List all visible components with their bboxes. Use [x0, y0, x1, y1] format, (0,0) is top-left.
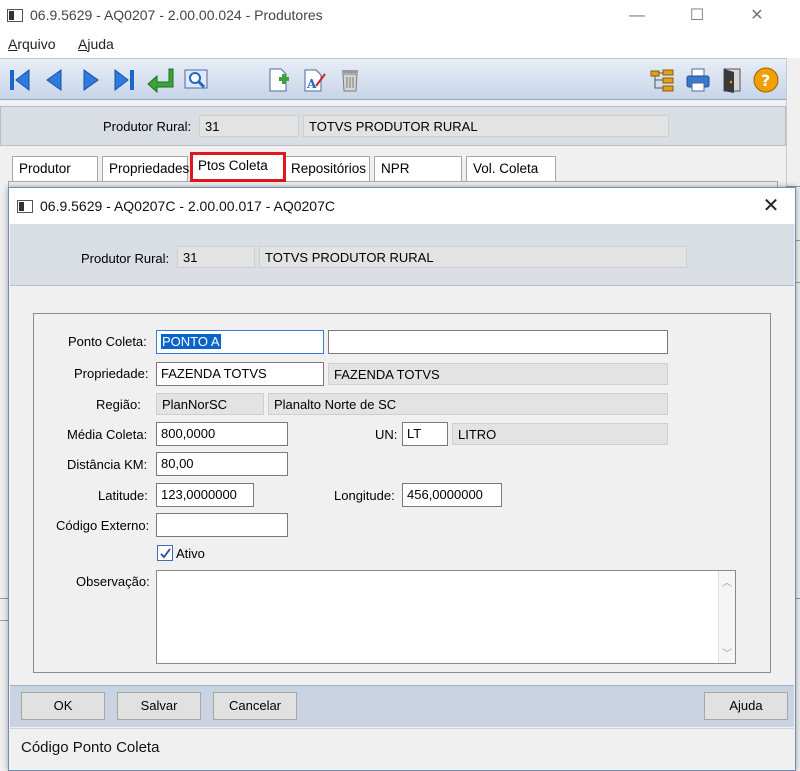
- un-description: LITRO: [452, 423, 668, 445]
- un-input[interactable]: LT: [402, 422, 448, 446]
- menu-ajuda[interactable]: Ajuda: [78, 36, 114, 52]
- tab-ptos-coleta[interactable]: Ptos Coleta: [190, 152, 286, 182]
- dialog-produtor-code: 31: [177, 246, 255, 268]
- ponto-coleta-dialog: 06.9.5629 - AQ0207C - 2.00.00.017 - AQ02…: [8, 187, 796, 771]
- delete-trash-icon[interactable]: [334, 64, 366, 96]
- observacao-scrollbar[interactable]: ︿ ﹀: [718, 571, 735, 663]
- codigo-externo-label: Código Externo:: [56, 518, 150, 533]
- minimize-icon[interactable]: —: [614, 4, 660, 28]
- distancia-input[interactable]: 80,00: [156, 452, 288, 476]
- tab-produtor[interactable]: Produtor: [12, 156, 98, 181]
- checkmark-icon: [159, 547, 171, 558]
- distancia-label: Distância KM:: [67, 457, 148, 472]
- ponto-coleta-selected-text: PONTO A: [161, 334, 221, 349]
- regiao-code: PlanNorSC: [156, 393, 264, 415]
- new-document-icon[interactable]: [262, 64, 294, 96]
- latitude-label: Latitude:: [98, 488, 148, 503]
- svg-text:A: A: [306, 77, 317, 91]
- media-coleta-label: Média Coleta:: [67, 427, 148, 442]
- left-divider: [0, 620, 8, 621]
- dialog-button-bar: OK Salvar Cancelar Ajuda: [10, 685, 794, 727]
- exit-door-icon[interactable]: [716, 64, 748, 96]
- ativo-label: Ativo: [176, 546, 205, 561]
- app-window-icon: [7, 9, 23, 22]
- longitude-label: Longitude:: [334, 488, 395, 503]
- ativo-checkbox[interactable]: [157, 545, 173, 561]
- dialog-produtor-name: TOTVS PRODUTOR RURAL: [259, 246, 687, 268]
- dialog-title: 06.9.5629 - AQ0207C - 2.00.00.017 - AQ02…: [40, 198, 335, 214]
- last-record-icon[interactable]: [108, 64, 140, 96]
- edit-document-icon[interactable]: A: [298, 64, 330, 96]
- regiao-label: Região:: [96, 397, 141, 412]
- un-label: UN:: [375, 427, 398, 442]
- main-menubar: Arquivo Ajuda: [0, 32, 800, 58]
- status-text: Código Ponto Coleta: [21, 739, 160, 756]
- first-record-icon[interactable]: [4, 64, 36, 96]
- main-produtor-label: Produtor Rural:: [103, 119, 192, 134]
- tab-repositorios[interactable]: Repositórios: [284, 156, 370, 181]
- main-produtor-code: 31: [199, 115, 299, 137]
- dialog-window-icon: [17, 200, 33, 213]
- propriedade-label: Propriedade:: [74, 366, 149, 381]
- left-divider: [0, 598, 8, 599]
- propriedade-description: FAZENDA TOTVS: [328, 363, 668, 385]
- menu-arquivo[interactable]: Arquivo: [8, 36, 55, 52]
- main-toolbar: A ?: [0, 58, 786, 100]
- observacao-textarea[interactable]: ︿ ﹀: [156, 570, 736, 664]
- main-produtor-panel: Produtor Rural: 31 TOTVS PRODUTOR RURAL: [0, 106, 786, 146]
- main-window-title: 06.9.5629 - AQ0207 - 2.00.00.024 - Produ…: [30, 7, 323, 23]
- scroll-down-icon[interactable]: ﹀: [722, 645, 732, 660]
- salvar-button[interactable]: Salvar: [117, 692, 201, 720]
- ponto-coleta-input[interactable]: PONTO A: [156, 330, 324, 354]
- regiao-description: Planalto Norte de SC: [268, 393, 668, 415]
- dialog-produtor-label: Produtor Rural:: [81, 251, 170, 266]
- main-produtor-name: TOTVS PRODUTOR RURAL: [303, 115, 669, 137]
- print-icon[interactable]: [682, 64, 714, 96]
- propriedade-input[interactable]: FAZENDA TOTVS: [156, 362, 324, 386]
- tab-vol-coleta[interactable]: Vol. Coleta: [466, 156, 556, 181]
- maximize-icon[interactable]: ☐: [674, 4, 720, 28]
- svg-text:?: ?: [761, 71, 770, 90]
- observacao-label: Observação:: [76, 574, 150, 589]
- tab-propriedades[interactable]: Propriedades: [102, 156, 189, 181]
- cancelar-button[interactable]: Cancelar: [213, 692, 297, 720]
- ok-button[interactable]: OK: [21, 692, 105, 720]
- tree-structure-icon[interactable]: [646, 64, 678, 96]
- ajuda-button[interactable]: Ajuda: [704, 692, 788, 720]
- next-record-icon[interactable]: [74, 64, 106, 96]
- media-coleta-input[interactable]: 800,0000: [156, 422, 288, 446]
- codigo-externo-input[interactable]: [156, 513, 288, 537]
- close-main-icon[interactable]: ✕: [734, 4, 780, 28]
- ponto-coleta-description-input[interactable]: [328, 330, 668, 354]
- previous-record-icon[interactable]: [38, 64, 70, 96]
- ponto-coleta-form: Ponto Coleta: PONTO A Propriedade: FAZEN…: [33, 313, 771, 673]
- zoom-search-icon[interactable]: [180, 64, 212, 96]
- main-titlebar: 06.9.5629 - AQ0207 - 2.00.00.024 - Produ…: [0, 0, 800, 32]
- scroll-up-icon[interactable]: ︿: [722, 574, 732, 589]
- close-dialog-icon[interactable]: ✕: [751, 194, 791, 220]
- latitude-input[interactable]: 123,0000000: [156, 483, 254, 507]
- longitude-input[interactable]: 456,0000000: [402, 483, 502, 507]
- dialog-status-bar: Código Ponto Coleta: [10, 728, 794, 770]
- dialog-titlebar: 06.9.5629 - AQ0207C - 2.00.00.017 - AQ02…: [9, 188, 795, 224]
- confirm-return-icon[interactable]: [144, 64, 176, 96]
- ponto-coleta-label: Ponto Coleta:: [68, 334, 147, 349]
- tab-npr[interactable]: NPR: [374, 156, 462, 181]
- dialog-produtor-panel: Produtor Rural: 31 TOTVS PRODUTOR RURAL: [10, 224, 794, 286]
- help-icon[interactable]: ?: [750, 64, 782, 96]
